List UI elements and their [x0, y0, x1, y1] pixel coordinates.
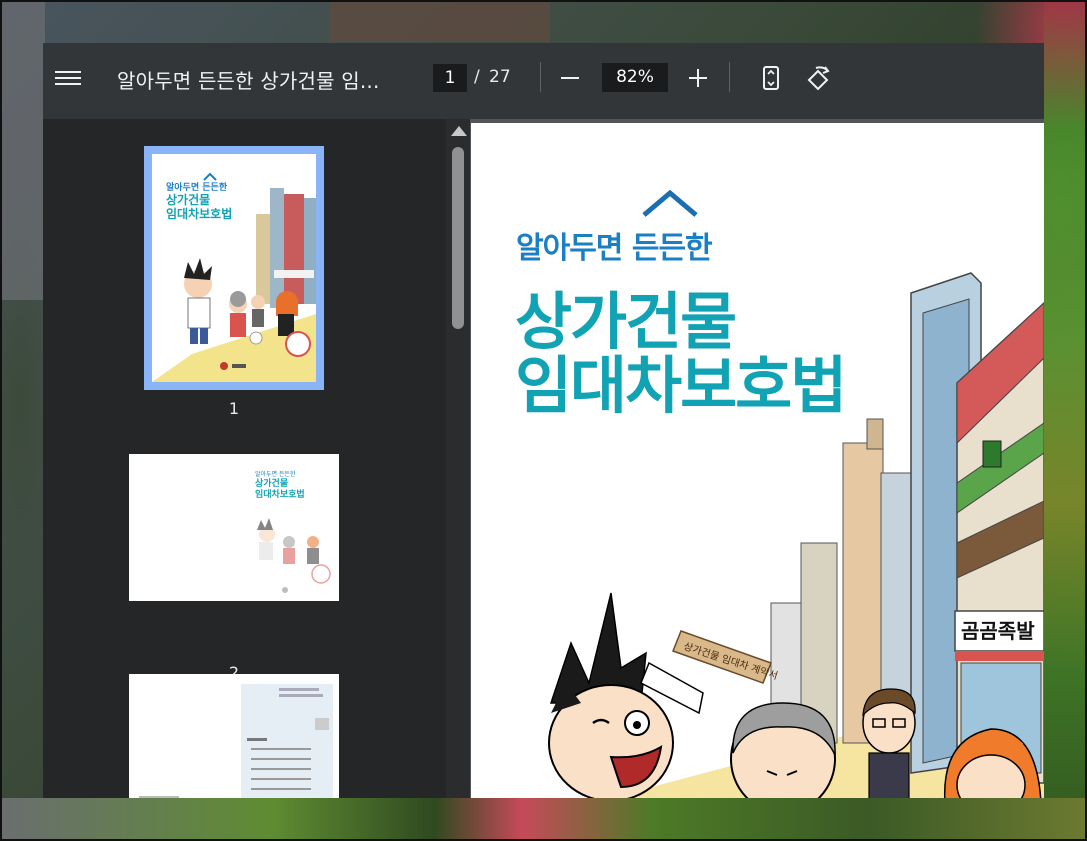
cover-subtitle: 알아두면 든든한 — [516, 231, 713, 266]
wallpaper-roof — [330, 0, 550, 42]
store-sign-text: 곰곰족발 — [961, 619, 1035, 643]
thumbnail-sidebar: 알아두면 든든한 상가건물 임대차보호법 1 알아두면 든든한 상가건물 임대차… — [43, 119, 446, 798]
thumbnail-page-number: 1 — [228, 399, 240, 418]
wallpaper-roof — [0, 0, 45, 300]
thumb2-title-2: 임대차보호법 — [255, 488, 305, 500]
thumb2-title-1: 상가건물 — [255, 477, 288, 489]
pdf-toolbar: 알아두면 든든한 상가건물 임... 1 / 27 82% — [43, 43, 1044, 119]
scrollbar-thumb[interactable] — [452, 147, 464, 329]
thumbnail-page-image: 알아두면 든든한 상가건물 임대차보호법 — [152, 154, 316, 382]
house-roof-icon — [642, 189, 698, 217]
zoom-out-icon[interactable] — [561, 77, 579, 79]
toolbar-divider — [540, 62, 541, 92]
scroll-up-arrow-icon[interactable] — [451, 126, 467, 136]
wallpaper-yard — [0, 798, 1087, 841]
page-separator: / — [474, 67, 480, 87]
sidebar-scrollbar[interactable] — [446, 119, 470, 798]
wallpaper-lawn — [1044, 0, 1087, 841]
page-number-input[interactable]: 1 — [433, 64, 467, 92]
document-title: 알아두면 든든한 상가건물 임... — [117, 69, 380, 93]
zoom-level-input[interactable]: 82% — [602, 63, 668, 92]
thumb1-title-2: 임대차보호법 — [166, 206, 232, 221]
document-view: 곰곰족발 상가건물 임대차 계약서 알아두면 든든한 상가건물 임대차보호법 — [470, 119, 1044, 798]
thumb2-subtitle: 알아두면 든든한 — [255, 470, 296, 478]
rotate-icon[interactable] — [803, 63, 831, 93]
pdf-page-1: 곰곰족발 상가건물 임대차 계약서 알아두면 든든한 상가건물 임대차보호법 — [471, 123, 1044, 798]
thumbnail-page-3[interactable] — [129, 674, 339, 798]
zoom-in-icon[interactable] — [689, 69, 707, 87]
cover-title-line-2: 임대차보호법 — [515, 349, 847, 422]
menu-icon[interactable] — [55, 67, 81, 89]
thumb1-title-1: 상가건물 — [166, 192, 210, 207]
thumbnail-page-1[interactable]: 알아두면 든든한 상가건물 임대차보호법 — [144, 146, 324, 390]
pdf-viewer-window: 알아두면 든든한 상가건물 임... 1 / 27 82% 알아두면 든든한 상… — [43, 43, 1044, 798]
thumb1-subtitle: 알아두면 든든한 — [166, 181, 228, 193]
toolbar-divider — [729, 62, 730, 92]
total-pages: 27 — [489, 67, 511, 87]
thumbnail-page-2[interactable]: 알아두면 든든한 상가건물 임대차보호법 — [129, 454, 339, 601]
fit-to-page-icon[interactable] — [757, 63, 785, 93]
